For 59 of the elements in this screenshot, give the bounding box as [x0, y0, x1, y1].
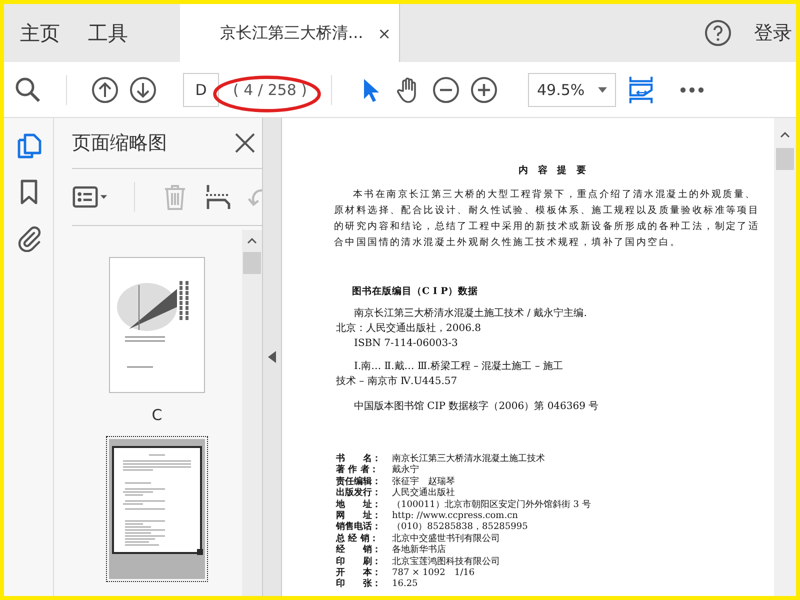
options-icon[interactable] — [72, 185, 108, 209]
menu-tab[interactable]: 工具 — [76, 20, 140, 46]
colophon-label: 开 本： — [336, 568, 382, 578]
scrollbar-thumb[interactable] — [776, 148, 794, 170]
colophon-label: 地 址： — [336, 500, 382, 510]
colophon-value: 北京宝莲鸿图科技有限公司 — [392, 556, 500, 568]
subject-line: 技术 – 南京市 Ⅳ.U445.57 — [336, 374, 458, 389]
document-tab-title: 京长江第三大桥清... — [220, 22, 364, 44]
colophon-label: 出版发行： — [336, 488, 382, 499]
subject-line: Ⅰ.南… Ⅱ.戴… Ⅲ.桥梁工程 – 混凝土施工 – 施工 — [354, 360, 564, 374]
colophon-value: 戴永宁 — [392, 465, 419, 476]
document-tab[interactable]: 京长江第三大桥清... × — [180, 4, 400, 62]
colophon-label: 著 作 者： — [336, 465, 380, 476]
help-icon[interactable] — [704, 19, 732, 47]
colophon-label: 网 址： — [336, 511, 382, 522]
colophon-label: 责任编辑： — [336, 476, 382, 487]
colophon-value: （010）85285838，85285995 — [392, 522, 528, 534]
scroll-up-icon[interactable] — [247, 238, 257, 244]
arrow-up-icon[interactable] — [91, 76, 119, 104]
colophon-value: http: //www.ccpress.com.cn — [392, 511, 518, 522]
colophon-value: 787 × 1092 1/16 — [392, 568, 475, 579]
cip-heading: 图书在版编目（C I P）数据 — [352, 285, 479, 298]
colophon-label: 书 名： — [336, 454, 382, 464]
page-count: ( 4 / 258 ) — [233, 80, 308, 98]
page-number-field[interactable]: D — [183, 72, 219, 106]
zoom-out-icon[interactable] — [432, 76, 460, 104]
page-heading: 内 容 提 要 — [518, 164, 590, 177]
colophon-value: 各地新华书店 — [392, 545, 446, 556]
page-label: C — [152, 406, 162, 424]
scrollbar-thumb[interactable] — [243, 252, 261, 274]
summary-paragraph: 本书在南京长江第三大桥的大型工程背景下，重点介绍了清水混凝土的外观质量、原材料选择、配合比设计、耐久性试验、模板体系、施工规程以及质量验收标准等项目的研究内容和结论，总结了工程中采用的新技术或新设备所形成的各种工法，制定了适合中国国情的清水混凝土外观耐久性施工技术规程，填补了国内空白。 — [334, 188, 761, 250]
arrow-down-icon[interactable] — [129, 76, 157, 104]
cip-number-line: 中国版本图书馆 CIP 数据核字（2006）第 046369 号 — [354, 400, 600, 414]
colophon-value: 北京中交盛世书刊有限公司 — [392, 534, 500, 544]
cip-line: 南京长江第三大桥清水混凝土施工技术 / 戴永宁主编. — [354, 306, 588, 321]
search-icon[interactable] — [14, 76, 42, 104]
zoom-dropdown[interactable]: 49.5% — [528, 72, 616, 106]
colophon-label: 总 经 销： — [336, 534, 380, 544]
panel-title: 页面缩略图 — [72, 131, 167, 156]
close-tab-button[interactable]: × — [378, 24, 391, 42]
colophon-value: 人民交通出版社 — [392, 488, 455, 500]
caret-icon[interactable] — [598, 86, 608, 92]
colophon-label: 印 张： — [336, 579, 382, 591]
close-icon[interactable] — [234, 132, 256, 154]
colophon-value: 张征宇 赵瑞琴 — [392, 476, 455, 488]
scroll-up-icon[interactable] — [780, 132, 790, 138]
colophon-value: （100011）北京市朝阳区安定门外外馆斜街 3 号 — [392, 500, 591, 511]
colophon-value: 16.25 — [392, 579, 418, 591]
more-icon[interactable] — [680, 86, 704, 92]
colophon-value: 南京长江第三大桥清水混凝土施工技术 — [392, 454, 545, 464]
cip-line: 北京：人民交通出版社，2006.8 — [336, 322, 482, 336]
login-link[interactable]: 登录 — [754, 20, 792, 46]
zoom-in-icon[interactable] — [470, 76, 498, 104]
colophon-label: 印 刷： — [336, 556, 382, 567]
colophon-label: 经 销： — [336, 545, 382, 556]
collapse-panel-icon[interactable] — [268, 351, 276, 363]
cip-line: ISBN 7-114-06003-3 — [354, 337, 459, 351]
colophon-label: 销售电话： — [336, 522, 382, 533]
menu-tab[interactable]: 主页 — [8, 20, 72, 46]
